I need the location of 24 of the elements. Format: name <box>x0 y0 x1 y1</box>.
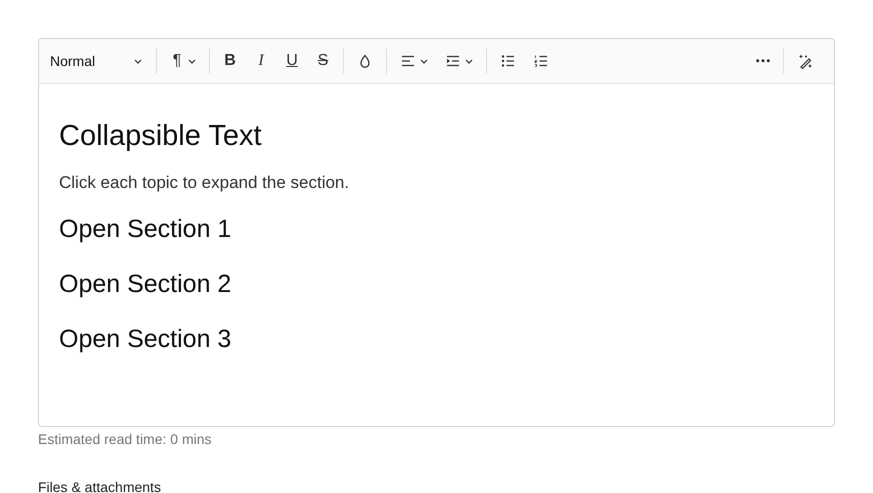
more-button[interactable] <box>753 57 773 65</box>
numbered-list-icon <box>533 53 549 69</box>
paragraph-button[interactable]: ¶ <box>167 50 199 72</box>
more-icon <box>756 59 770 63</box>
underline-button[interactable]: U <box>282 50 302 72</box>
bold-button[interactable]: B <box>220 50 240 72</box>
bullet-list-icon <box>500 53 516 69</box>
intro-text: Click each topic to expand the section. <box>59 173 350 193</box>
chevron-icon <box>465 58 473 64</box>
section-heading: Files & attachments <box>38 479 162 493</box>
align-icon <box>400 53 416 69</box>
chevron-icon <box>420 58 428 64</box>
chevron-icon <box>188 58 196 64</box>
magic-wand-icon <box>797 53 813 69</box>
section-title[interactable]: Open Section 2 <box>59 268 814 301</box>
strikethrough-button[interactable]: S <box>313 50 333 72</box>
style-dropdown[interactable]: Normal <box>48 51 146 71</box>
section-title[interactable]: Open Section 3 <box>59 323 814 356</box>
document-title: Collapsible Text <box>59 119 263 153</box>
indent-icon <box>445 53 461 69</box>
section-title[interactable]: Open Section 1 <box>59 213 814 246</box>
read-time-text: Estimated read time: 0 mins <box>38 431 213 447</box>
italic-button[interactable]: I <box>251 50 271 72</box>
chevron-icon <box>134 58 142 64</box>
